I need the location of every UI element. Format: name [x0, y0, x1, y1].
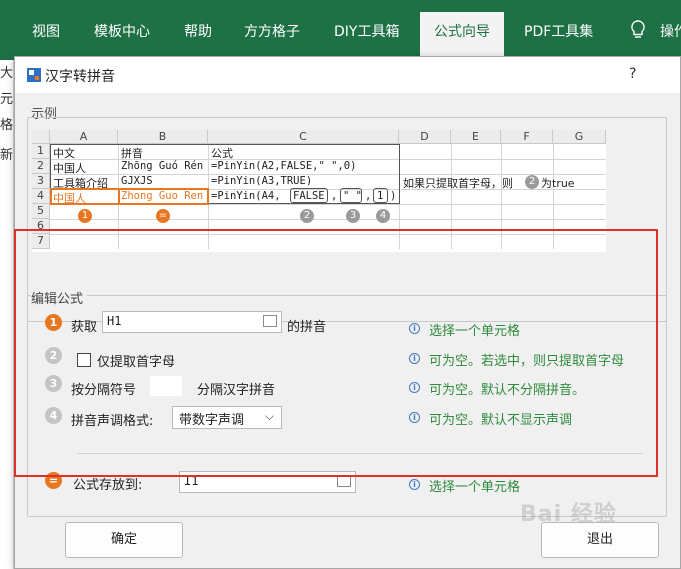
info-icon: i — [409, 479, 420, 490]
col-header: C — [208, 130, 399, 144]
table-cell: 公式 — [211, 147, 233, 160]
app-icon — [27, 68, 41, 82]
tab-formula-wizard[interactable]: 公式向导 — [420, 12, 504, 60]
tab-view[interactable]: 视图 — [32, 12, 60, 52]
col-header: E — [451, 130, 501, 144]
bg-text: 新 — [0, 148, 14, 163]
table-cell: =PinYin(A2,FALSE," ",0) — [211, 160, 357, 172]
note-text: 为true — [541, 177, 575, 190]
table-cell: =PinYin(A4, — [211, 190, 281, 202]
tab-pdf-tools[interactable]: PDF工具集 — [524, 12, 593, 52]
table-cell: ) — [390, 190, 397, 202]
row-header: 4 — [32, 189, 50, 204]
ok-button[interactable]: 确定 — [65, 522, 183, 558]
tab-template-center[interactable]: 模板中心 — [94, 12, 150, 52]
corner-header — [32, 130, 50, 144]
table-cell: FALSE — [293, 190, 325, 202]
help-button[interactable]: ? — [629, 66, 636, 82]
watermark: Bai 经验 — [520, 502, 617, 527]
col-header: A — [50, 130, 118, 144]
note-text: 如果只提取首字母，则 — [403, 177, 513, 190]
table-cell: GJXJS — [121, 175, 153, 187]
tab-fangfang[interactable]: 方方格子 — [244, 12, 300, 52]
bg-text: 元 — [0, 92, 14, 107]
highlight-frame — [14, 229, 658, 477]
table-cell: , — [331, 190, 338, 202]
row-header: 5 — [32, 204, 50, 219]
tab-diy-toolbox[interactable]: DIY工具箱 — [334, 12, 399, 52]
table-cell: =PinYin(A3,TRUE) — [211, 175, 313, 187]
background-sheet: 大 元 格 新 — [0, 60, 14, 569]
dialog-title: 汉字转拼音 — [45, 69, 115, 85]
output-hint: 选择一个单元格 — [429, 480, 521, 495]
dialog-titlebar: 汉字转拼音 ? — [15, 57, 680, 93]
lightbulb-icon[interactable] — [630, 19, 646, 41]
table-cell: Zhōng Guó Rén — [121, 160, 204, 172]
marker-badge: 3 — [346, 209, 360, 223]
table-cell: , — [365, 190, 372, 202]
tab-help[interactable]: 帮助 — [184, 12, 212, 52]
marker-badge: 2 — [300, 209, 314, 223]
col-header: D — [399, 130, 451, 144]
col-header: G — [553, 130, 606, 144]
tab-operation[interactable]: 操作 — [660, 12, 681, 52]
highlight-source-cell — [50, 188, 120, 205]
ribbon: 视图 模板中心 帮助 方方格子 DIY工具箱 公式向导 PDF工具集 操作 — [0, 0, 681, 60]
table-cell: 1 — [377, 190, 384, 202]
row-header: 3 — [32, 174, 50, 189]
col-header: B — [118, 130, 208, 144]
table-cell: 中文 — [53, 147, 75, 160]
row-header: 2 — [32, 159, 50, 174]
bg-text: 格 — [0, 118, 14, 133]
marker-badge: 4 — [376, 209, 390, 223]
marker-badge: 1 — [78, 209, 92, 223]
table-cell: " " — [343, 190, 362, 202]
table-cell: 中国人 — [53, 162, 86, 175]
bg-text: 大 — [0, 66, 14, 81]
note-badge: 2 — [525, 175, 539, 189]
col-header: F — [501, 130, 553, 144]
table-cell: 拼音 — [121, 147, 143, 160]
marker-badge: = — [156, 209, 170, 223]
row-header: 1 — [32, 144, 50, 159]
highlight-result-cell — [118, 188, 209, 205]
